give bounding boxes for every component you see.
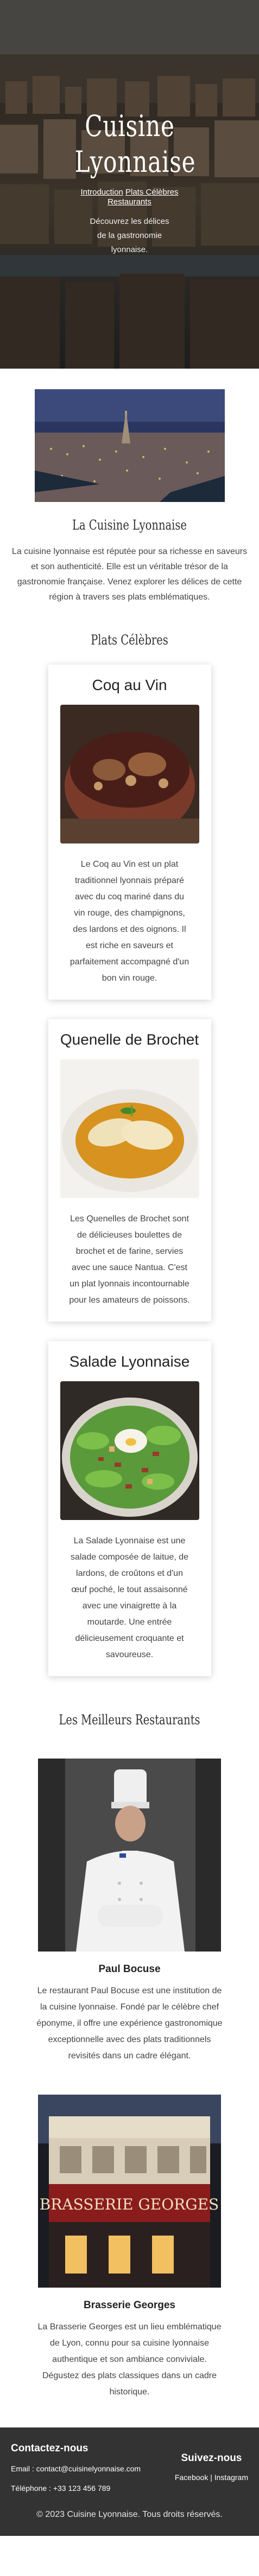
site-title: Cuisine Lyonnaise xyxy=(74,109,195,179)
follow-title: Suivez-nous xyxy=(181,2452,242,2464)
dish-description: Les Quenelles de Brochet sont de délicie… xyxy=(69,1214,190,1305)
restaurant-description: Le restaurant Paul Bocuse est une instit… xyxy=(36,1986,223,2060)
nav-link-restaurants[interactable]: Restaurants xyxy=(108,197,151,207)
restaurants-title: Les Meilleurs Restaurants xyxy=(59,1712,200,1728)
about-text: La cuisine lyonnaise est réputée pour sa… xyxy=(11,547,248,602)
restaurant-name: Paul Bocuse xyxy=(98,1963,161,1975)
instagram-link[interactable]: Instagram xyxy=(214,2473,248,2482)
about-section: La Cuisine Lyonnaise La cuisine lyonnais… xyxy=(0,369,259,605)
restaurants-section: Les Meilleurs Restaurants Paul Bocuse Le… xyxy=(0,1696,259,2400)
lyon-night-photo xyxy=(34,389,225,502)
nav-link-introduction[interactable]: Introduction xyxy=(80,188,123,197)
facebook-link[interactable]: Facebook xyxy=(175,2473,208,2482)
social-links: Facebook | Instagram xyxy=(175,2473,248,2482)
brasserie-sign-text: BRASSERIE GEORGES xyxy=(40,2195,219,2213)
dish-description: Le Coq au Vin est un plat traditionnel l… xyxy=(70,860,189,983)
restaurant-item: Paul Bocuse Le restaurant Paul Bocuse es… xyxy=(0,1759,259,2064)
social-separator: | xyxy=(210,2473,212,2482)
nav-link-plats-celebres[interactable]: Plats Célèbres xyxy=(125,188,179,197)
contact-block: Contactez-nous Email : contact@cuisinely… xyxy=(11,2443,174,2494)
dishes-title: Plats Célèbres xyxy=(91,632,168,648)
copyright: © 2023 Cuisine Lyonnaise. Tous droits ré… xyxy=(36,2510,223,2519)
salade-lyonnaise-photo xyxy=(60,1381,199,1520)
restaurant-name: Brasserie Georges xyxy=(84,2300,175,2311)
restaurant-item: BRASSERIE GEORGES Brasserie Georges La B… xyxy=(0,2095,259,2400)
contact-title: Contactez-nous xyxy=(11,2443,89,2454)
dish-name: Salade Lyonnaise xyxy=(69,1353,190,1370)
dish-card: Quenelle de Brochet Les Quenelles de Bro… xyxy=(48,1019,211,1322)
dish-card: Salade Lyonnaise La Salade Lyonnaise est… xyxy=(48,1341,211,1676)
social-block: Suivez-nous Facebook | Instagram xyxy=(175,2443,248,2494)
coq-au-vin-photo xyxy=(60,705,199,843)
restaurant-description: La Brasserie Georges est un lieu embléma… xyxy=(37,2322,222,2397)
dish-description: La Salade Lyonnaise est une salade compo… xyxy=(70,1536,189,1659)
quenelle-photo xyxy=(60,1059,199,1198)
hero-tagline: Découvrez les délices de la gastronomie … xyxy=(90,217,169,254)
about-title: La Cuisine Lyonnaise xyxy=(72,517,187,533)
paul-bocuse-photo xyxy=(38,1759,221,1952)
brasserie-georges-photo: BRASSERIE GEORGES xyxy=(38,2095,221,2288)
dishes-section: Plats Célèbres Coq au Vin Le Coq au Vin … xyxy=(0,605,259,1676)
site-footer: Contactez-nous Email : contact@cuisinely… xyxy=(0,2427,259,2536)
contact-phone[interactable]: Téléphone : +33 123 456 789 xyxy=(11,2483,174,2494)
dish-name: Quenelle de Brochet xyxy=(60,1031,199,1048)
dish-name: Coq au Vin xyxy=(92,677,167,693)
hero-banner: Cuisine Lyonnaise Introduction Plats Cél… xyxy=(0,0,259,369)
main-nav: Introduction Plats Célèbres Restaurants xyxy=(0,188,259,207)
dish-card: Coq au Vin Le Coq au Vin est un plat tra… xyxy=(48,665,211,1000)
contact-email[interactable]: Email : contact@cuisinelyonnaise.com xyxy=(11,2463,174,2474)
